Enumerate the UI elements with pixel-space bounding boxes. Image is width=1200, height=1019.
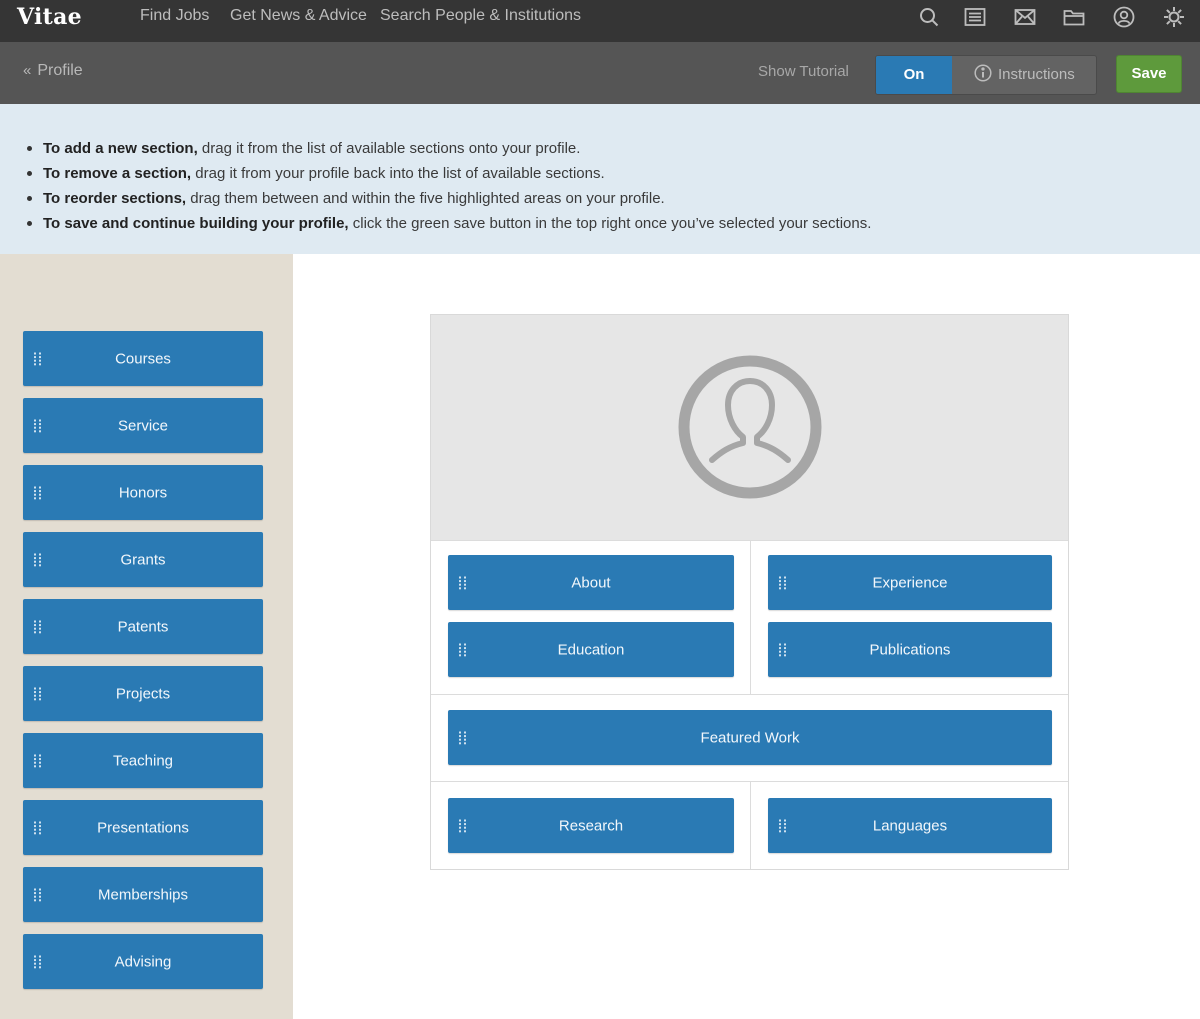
tutorial-on-button[interactable]: On [876, 56, 952, 94]
section-label: About [571, 574, 611, 591]
profile-layout: About Education Experience Publications … [430, 314, 1069, 870]
profile-section-about[interactable]: About [448, 555, 734, 610]
double-chevron-left-icon: « [23, 62, 32, 79]
section-block-projects[interactable]: Projects [23, 666, 263, 721]
section-label: Languages [872, 817, 948, 834]
profile-section-languages[interactable]: Languages [768, 798, 1052, 853]
newspaper-icon[interactable] [963, 5, 987, 29]
top-navigation: Vitae Find Jobs Get News & Advice Search… [0, 0, 1200, 42]
folder-icon[interactable] [1062, 5, 1086, 29]
instruction-item: To save and continue building your profi… [26, 211, 872, 236]
instruction-item: To remove a section, drag it from your p… [26, 161, 871, 186]
section-label: Honors [118, 484, 168, 501]
show-tutorial-label: Show Tutorial [758, 63, 849, 80]
nav-link-news-advice[interactable]: Get News & Advice [230, 7, 367, 25]
user-circle-icon[interactable] [1112, 5, 1136, 29]
instruction-text: click the green save button in the top r… [348, 215, 872, 232]
instruction-item: To reorder sections, drag them between a… [26, 186, 871, 211]
profile-section-experience[interactable]: Experience [768, 555, 1052, 610]
section-label: Courses [115, 350, 171, 367]
instruction-bold: To save and continue building your profi… [43, 215, 349, 232]
section-block-presentations[interactable]: Presentations [23, 800, 263, 855]
gear-icon[interactable] [1162, 5, 1186, 29]
instruction-bold: To reorder sections, [43, 190, 187, 207]
instruction-bold: To remove a section, [43, 165, 192, 182]
profile-header [431, 315, 1068, 540]
section-block-service[interactable]: Service [23, 398, 263, 453]
instruction-bold: To add a new section, [43, 140, 198, 157]
section-label: Advising [114, 953, 172, 970]
back-to-profile-link[interactable]: « Profile [23, 62, 83, 80]
section-label: Research [558, 817, 624, 834]
nav-link-search-people[interactable]: Search People & Institutions [380, 7, 581, 25]
instructions-button[interactable]: Instructions [952, 56, 1096, 94]
section-label: Education [557, 641, 625, 658]
profile-section-education[interactable]: Education [448, 622, 734, 677]
instructions-list: To add a new section, drag it from the l… [26, 136, 872, 236]
save-button[interactable]: Save [1116, 55, 1182, 93]
search-icon[interactable] [917, 5, 941, 29]
avatar-placeholder-icon [677, 354, 823, 500]
available-sections-sidebar: Courses Service Honors Grants Patents Pr… [0, 254, 293, 1019]
instruction-text: drag it from the list of available secti… [197, 140, 581, 157]
instructions-label: Instructions [998, 66, 1075, 83]
section-block-courses[interactable]: Courses [23, 331, 263, 386]
section-label: Publications [869, 641, 951, 658]
section-block-grants[interactable]: Grants [23, 532, 263, 587]
section-block-advising[interactable]: Advising [23, 934, 263, 989]
section-block-honors[interactable]: Honors [23, 465, 263, 520]
section-label: Featured Work [700, 729, 800, 746]
section-label: Grants [120, 551, 166, 568]
tutorial-toggle[interactable]: On Instructions [875, 55, 1097, 95]
profile-divider [750, 540, 751, 694]
back-link-label: Profile [37, 62, 83, 79]
section-label: Memberships [97, 886, 189, 903]
profile-divider [750, 781, 751, 869]
mail-icon[interactable] [1013, 5, 1037, 29]
info-icon [974, 59, 992, 82]
profile-section-featured-work[interactable]: Featured Work [448, 710, 1052, 765]
section-label: Projects [115, 685, 171, 702]
profile-section-research[interactable]: Research [448, 798, 734, 853]
profile-toolbar: « Profile Show Tutorial On Instructions S… [0, 42, 1200, 104]
profile-section-publications[interactable]: Publications [768, 622, 1052, 677]
section-label: Service [117, 417, 169, 434]
instruction-text: drag them between and within the five hi… [186, 190, 665, 207]
section-label: Presentations [97, 819, 189, 836]
vitae-logo[interactable]: Vitae [17, 4, 82, 30]
section-label: Patents [117, 618, 169, 635]
instructions-panel: To add a new section, drag it from the l… [0, 104, 1200, 254]
profile-divider [431, 694, 1068, 695]
section-block-patents[interactable]: Patents [23, 599, 263, 654]
instruction-item: To add a new section, drag it from the l… [26, 136, 871, 161]
section-block-memberships[interactable]: Memberships [23, 867, 263, 922]
section-block-teaching[interactable]: Teaching [23, 733, 263, 788]
instruction-text: drag it from your profile back into the … [191, 165, 605, 182]
section-label: Experience [872, 574, 948, 591]
section-label: Teaching [112, 752, 174, 769]
nav-link-find-jobs[interactable]: Find Jobs [140, 7, 209, 25]
